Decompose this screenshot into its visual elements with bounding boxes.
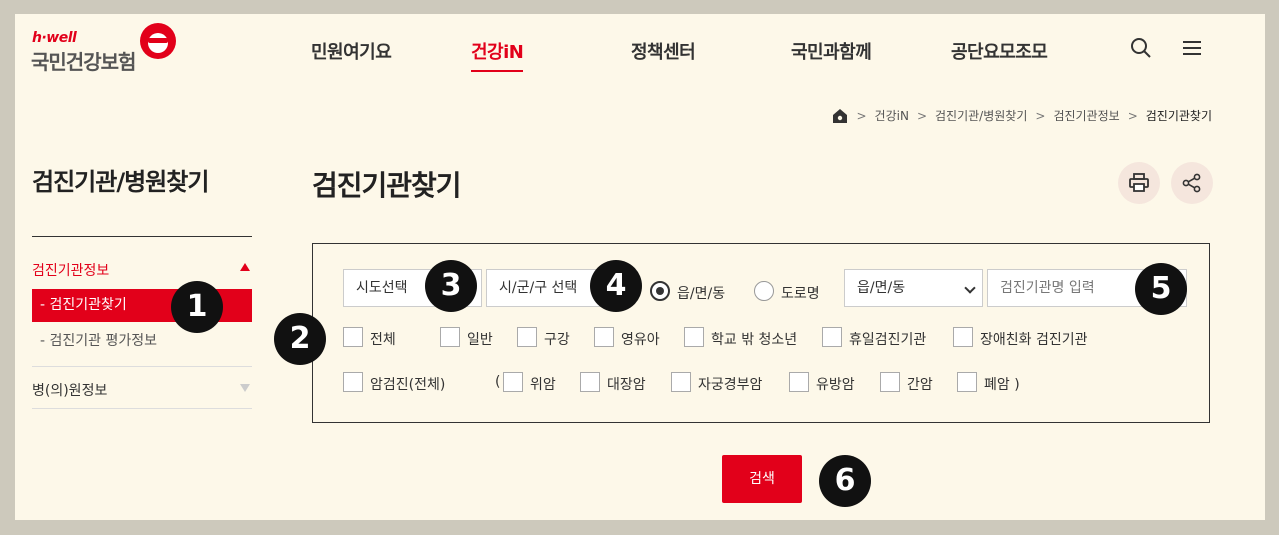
- checkbox-label: 휴일검진기관: [849, 332, 927, 348]
- search-icon[interactable]: [1129, 36, 1153, 60]
- sigungu-select-value: 시/군/구 선택: [499, 280, 578, 296]
- checkbox-general[interactable]: [440, 327, 460, 347]
- checkbox-cervical-cancer[interactable]: [671, 372, 691, 392]
- breadcrumb-separator: >: [1127, 108, 1138, 123]
- checkbox-disability-friendly[interactable]: [953, 327, 973, 347]
- step-marker: 6: [819, 455, 871, 507]
- checkbox-label: 위암: [530, 377, 556, 393]
- triangle-down-icon: [240, 384, 250, 392]
- lnb-group-hospital-info[interactable]: 병(의)원정보: [32, 380, 252, 400]
- page-title: 검진기관찾기: [312, 169, 462, 202]
- breadcrumb: > 건강iN > 검진기관/병원찾기 > 검진기관정보 > 검진기관찾기: [832, 107, 1212, 124]
- lnb-item-checkup-evaluation[interactable]: - 검진기관 평가정보: [40, 330, 157, 350]
- lnb-title: 검진기관/병원찾기: [32, 168, 209, 196]
- checkbox-label: 폐암 ): [984, 377, 1020, 393]
- checkbox-label: 유방암: [816, 377, 855, 393]
- breadcrumb-separator: >: [856, 108, 867, 123]
- checkbox-label: 장애친화 검진기관: [980, 332, 1088, 348]
- paren-open: (: [495, 374, 501, 390]
- breadcrumb-item[interactable]: 건강iN: [875, 107, 909, 124]
- checkbox-liver-cancer[interactable]: [880, 372, 900, 392]
- checkbox-label: 구강: [544, 332, 570, 348]
- share-icon: [1182, 173, 1201, 193]
- step-marker: 3: [425, 260, 477, 312]
- step-marker: 4: [590, 260, 642, 312]
- nav-health-in[interactable]: 건강iN: [471, 38, 524, 72]
- lnb-group-label: 검진기관정보: [32, 263, 110, 279]
- sido-select-value: 시도선택: [356, 280, 408, 296]
- radio-eupmyeondong[interactable]: [650, 281, 670, 301]
- nav-policy[interactable]: 정책센터: [631, 38, 696, 64]
- checkbox-label: 대장암: [607, 377, 646, 393]
- lnb-group-label: 병(의)원정보: [32, 383, 108, 399]
- checkbox-breast-cancer[interactable]: [789, 372, 809, 392]
- lnb-group-checkup-info[interactable]: 검진기관정보: [32, 260, 252, 280]
- print-icon: [1129, 173, 1149, 192]
- lnb-divider: [32, 236, 252, 237]
- chevron-down-icon: [964, 282, 976, 294]
- breadcrumb-item[interactable]: 검진기관/병원찾기: [935, 107, 1027, 124]
- checkbox-label: 전체: [370, 332, 396, 348]
- radio-label-eupmyeondong: 읍/면/동: [677, 286, 726, 302]
- checkbox-label: 일반: [467, 332, 493, 348]
- checkbox-label: 암검진(전체): [370, 377, 446, 393]
- checkbox-label: 자궁경부암: [698, 377, 763, 393]
- checkbox-stomach-cancer[interactable]: [503, 372, 523, 392]
- page-frame: h·well 국민건강보험 민원여기요 건강iN 정책센터 국민과함께 공단요모…: [15, 14, 1265, 520]
- nav-together[interactable]: 국민과함께: [791, 38, 872, 64]
- radio-label-road-name: 도로명: [781, 286, 820, 302]
- eupmyeondong-select[interactable]: 읍/면/동: [844, 269, 983, 307]
- breadcrumb-separator: >: [1035, 108, 1046, 123]
- checkbox-label: 영유아: [621, 332, 660, 348]
- nav-about[interactable]: 공단요모조모: [951, 38, 1048, 64]
- nav-minwon[interactable]: 민원여기요: [311, 38, 392, 64]
- breadcrumb-item[interactable]: 검진기관정보: [1053, 107, 1119, 124]
- step-marker: 5: [1135, 263, 1187, 315]
- home-icon[interactable]: [832, 108, 848, 124]
- triangle-up-icon: [240, 263, 250, 271]
- radio-road-name[interactable]: [754, 281, 774, 301]
- checkbox-label: 학교 밖 청소년: [711, 332, 798, 348]
- step-marker: 1: [171, 281, 223, 333]
- global-nav: 민원여기요 건강iN 정책센터 국민과함께 공단요모조모: [15, 38, 1265, 72]
- share-button[interactable]: [1171, 162, 1213, 204]
- eupmyeondong-select-value: 읍/면/동: [857, 280, 906, 296]
- checkbox-out-of-school-youth[interactable]: [684, 327, 704, 347]
- checkbox-label: 간암: [907, 377, 933, 393]
- breadcrumb-current: 검진기관찾기: [1145, 109, 1212, 123]
- step-marker: 2: [274, 313, 326, 365]
- checkbox-holiday[interactable]: [822, 327, 842, 347]
- checkbox-infant[interactable]: [594, 327, 614, 347]
- checkbox-colorectal-cancer[interactable]: [580, 372, 600, 392]
- menu-icon[interactable]: [1180, 36, 1204, 60]
- checkbox-oral[interactable]: [517, 327, 537, 347]
- checkbox-lung-cancer[interactable]: [957, 372, 977, 392]
- checkbox-cancer-all[interactable]: [343, 372, 363, 392]
- lnb-divider: [32, 366, 252, 367]
- search-button[interactable]: 검색: [722, 455, 802, 503]
- breadcrumb-separator: >: [916, 108, 927, 123]
- checkbox-all[interactable]: [343, 327, 363, 347]
- lnb-divider: [32, 408, 252, 409]
- print-button[interactable]: [1118, 162, 1160, 204]
